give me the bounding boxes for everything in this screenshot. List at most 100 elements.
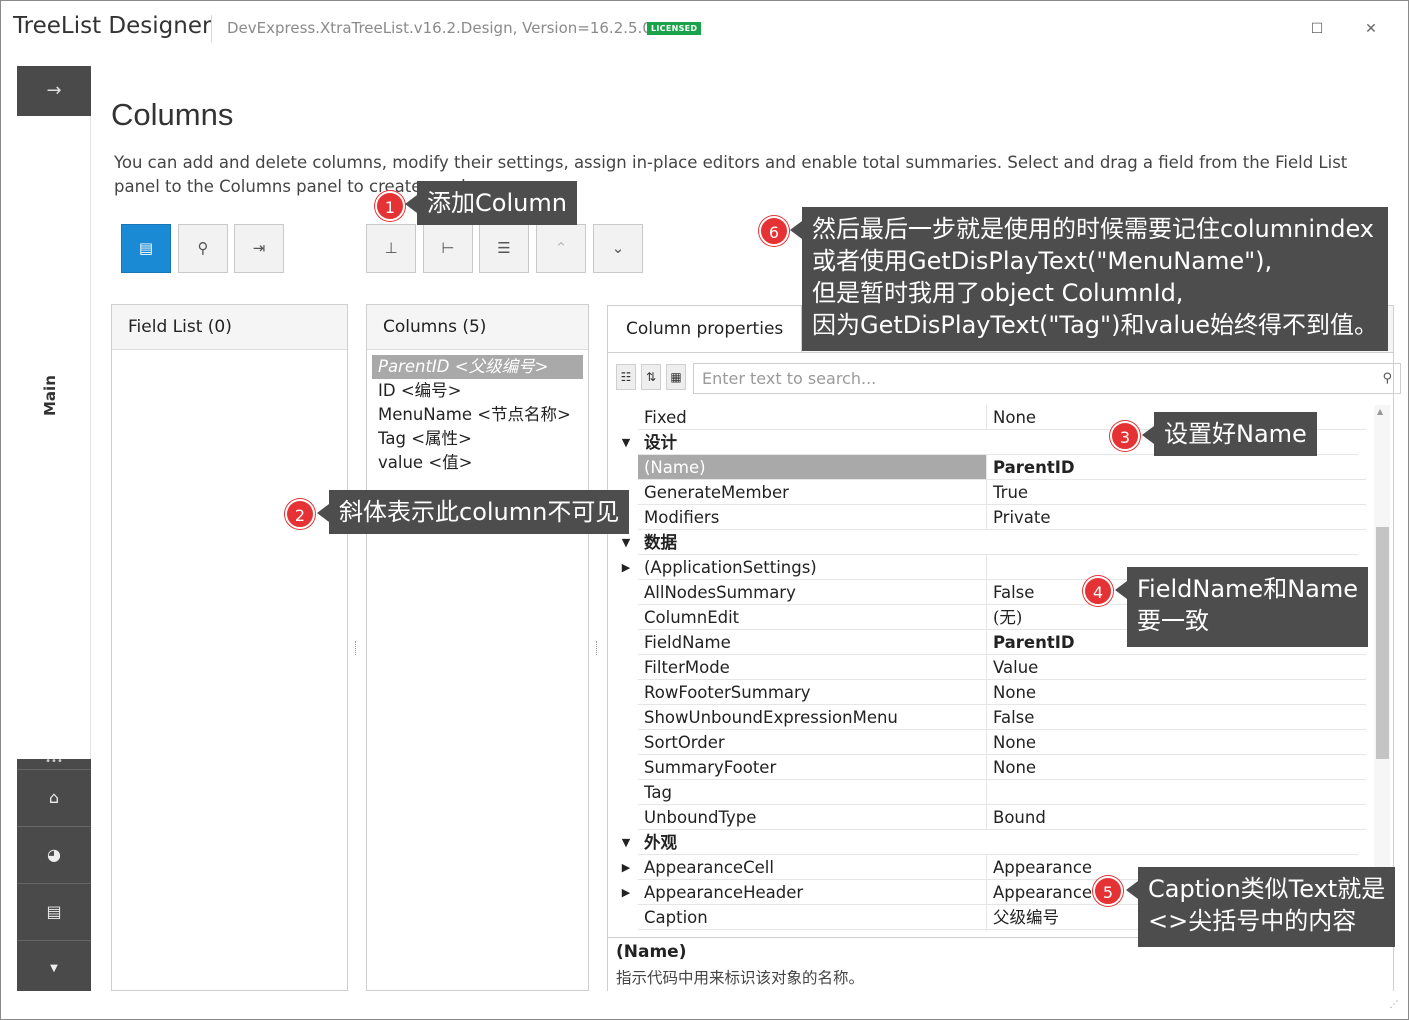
insert-column-button[interactable]: ⊢ xyxy=(423,224,473,273)
property-value[interactable]: None xyxy=(987,730,1366,755)
property-value[interactable] xyxy=(987,780,1366,805)
property-category-row[interactable]: ▼ 外观 xyxy=(616,830,1366,855)
column-item-tag[interactable]: Tag <属性> xyxy=(372,427,583,451)
property-name: GenerateMember xyxy=(638,480,987,505)
resize-grip-icon[interactable]: ⋰ xyxy=(1388,999,1400,1011)
property-row[interactable]: (Name) ParentID xyxy=(616,455,1366,480)
property-pages-button[interactable]: ▦ xyxy=(666,364,686,390)
collapse-triangle-icon[interactable]: ▼ xyxy=(618,830,634,855)
expand-triangle-icon[interactable]: ▶ xyxy=(618,555,634,580)
property-name: Caption xyxy=(638,905,987,930)
annotation-callout-4: FieldName和Name 要一致 xyxy=(1114,567,1369,647)
insert-column-icon: ⊢ xyxy=(441,239,455,257)
annotation-callout-3: 设置好Name xyxy=(1142,412,1317,456)
property-value[interactable]: Value xyxy=(987,655,1366,680)
print-button[interactable]: ▤ xyxy=(17,883,91,939)
property-value[interactable]: Bound xyxy=(987,805,1366,830)
property-row[interactable]: FilterMode Value xyxy=(616,655,1366,680)
palette-icon: ◕ xyxy=(47,845,61,864)
show-field-list-button[interactable]: ▤ xyxy=(121,224,171,273)
columns-list: ParentID <父级编号> ID <编号> MenuName <节点名称> … xyxy=(372,355,583,475)
property-name: (Name) xyxy=(638,455,987,480)
property-value[interactable]: Private xyxy=(987,505,1366,530)
property-name: UnboundType xyxy=(638,805,987,830)
property-name: SummaryFooter xyxy=(638,755,987,780)
add-column-button[interactable]: ⊥ xyxy=(366,224,416,273)
property-row[interactable]: SummaryFooter None xyxy=(616,755,1366,780)
search-button[interactable]: ⚲ xyxy=(178,224,228,273)
columns-panel: Columns (5) ParentID <父级编号> ID <编号> Menu… xyxy=(366,304,589,991)
property-row[interactable]: RowFooterSummary None xyxy=(616,680,1366,705)
field-list-header: Field List (0) xyxy=(112,305,347,350)
home-button[interactable]: ⌂ xyxy=(17,769,91,825)
appearance-button[interactable]: ◕ xyxy=(17,826,91,882)
annotation-callout-5: Caption类似Text就是 <>尖括号中的内容 xyxy=(1125,867,1396,947)
licensed-badge: LICENSED xyxy=(647,22,702,35)
column-caption: <属性> xyxy=(411,429,472,448)
property-value[interactable]: ParentID xyxy=(987,455,1366,480)
tab-column-properties[interactable]: Column properties xyxy=(608,306,803,352)
categorized-icon: ☷ xyxy=(620,370,632,384)
property-name: 数据 xyxy=(638,530,1358,555)
property-value[interactable]: None xyxy=(987,680,1366,705)
column-name: value xyxy=(378,453,424,472)
property-name: Fixed xyxy=(638,405,987,430)
move-down-button[interactable]: ⌄ xyxy=(593,224,643,273)
property-value[interactable]: True xyxy=(987,480,1366,505)
property-row[interactable]: Modifiers Private xyxy=(616,505,1366,530)
close-button[interactable]: ✕ xyxy=(1361,19,1381,39)
more-button[interactable]: ▼ xyxy=(17,940,91,996)
expand-triangle-icon[interactable]: ▶ xyxy=(618,855,634,880)
categorized-button[interactable]: ☷ xyxy=(616,364,636,390)
designer-window: TreeList Designer DevExpress.XtraTreeLis… xyxy=(0,0,1409,1020)
property-category-row[interactable]: ▼ 数据 xyxy=(616,530,1366,555)
property-value[interactable]: False xyxy=(987,705,1366,730)
property-grid: Fixed None ▼ 设计 (Name) ParentID GenerateMember… xyxy=(616,405,1366,931)
annotation-callout-1: 添加Column xyxy=(405,181,577,225)
column-item-value[interactable]: value <值> xyxy=(372,451,583,475)
collapse-triangle-icon[interactable]: ▼ xyxy=(618,430,634,455)
column-item-parentid[interactable]: ParentID <父级编号> xyxy=(372,355,583,379)
expand-triangle-icon[interactable]: ▶ xyxy=(618,880,634,905)
property-name: Modifiers xyxy=(638,505,987,530)
property-row[interactable]: Tag xyxy=(616,780,1366,805)
title-separator xyxy=(211,15,212,43)
property-name: CustomizationCaption xyxy=(638,930,987,931)
scroll-thumb[interactable] xyxy=(1376,527,1389,759)
nav-main-group[interactable]: Main xyxy=(17,116,91,759)
column-item-menuname[interactable]: MenuName <节点名称> xyxy=(372,403,583,427)
annotation-badge-5: 5 xyxy=(1093,876,1123,906)
nav-splitter-dots[interactable]: ••• xyxy=(17,757,91,769)
export-button[interactable]: ⇥ xyxy=(234,224,284,273)
maximize-button[interactable]: ☐ xyxy=(1307,19,1327,39)
search-icon: ⚲ xyxy=(197,239,209,257)
move-up-button[interactable]: ⌃ xyxy=(536,224,586,273)
column-caption: <节点名称> xyxy=(477,405,571,424)
column-name: MenuName xyxy=(378,405,472,424)
columns-splitter[interactable] xyxy=(596,641,600,655)
property-row[interactable]: SortOrder None xyxy=(616,730,1366,755)
field-list-splitter[interactable] xyxy=(355,641,359,655)
column-caption: <父级编号> xyxy=(454,357,549,376)
column-item-id[interactable]: ID <编号> xyxy=(372,379,583,403)
annotation-callout-2: 斜体表示此column不可见 xyxy=(316,490,630,534)
left-navigation: → Main ••• ⌂ ◕ ▤ ▼ xyxy=(17,66,91,991)
chevron-down-icon: ▼ xyxy=(50,963,58,974)
property-row[interactable]: ShowUnboundExpressionMenu False xyxy=(616,705,1366,730)
home-icon: ⌂ xyxy=(48,788,60,807)
property-row[interactable]: UnboundType Bound xyxy=(616,805,1366,830)
annotation-callout-6: 然后最后一步就是使用的时候需要记住columnindex 或者使用GetDisP… xyxy=(789,207,1389,351)
property-name: 外观 xyxy=(638,830,1358,855)
alphabetical-button[interactable]: ⇅ xyxy=(641,364,661,390)
remove-column-button[interactable]: ☰ xyxy=(479,224,529,273)
add-column-icon: ⊥ xyxy=(384,239,398,257)
property-row[interactable]: GenerateMember True xyxy=(616,480,1366,505)
printer-icon: ▤ xyxy=(46,902,62,921)
nav-main-label: Main xyxy=(41,375,59,416)
expand-nav-button[interactable]: → xyxy=(17,66,91,116)
property-value[interactable]: None xyxy=(987,755,1366,780)
annotation-badge-4: 4 xyxy=(1083,576,1113,606)
property-name: FilterMode xyxy=(638,655,987,680)
property-grid-scrollbar[interactable]: ▲ ▼ xyxy=(1374,405,1390,935)
property-search-input[interactable]: Enter text to search... ⚲ xyxy=(693,363,1401,394)
